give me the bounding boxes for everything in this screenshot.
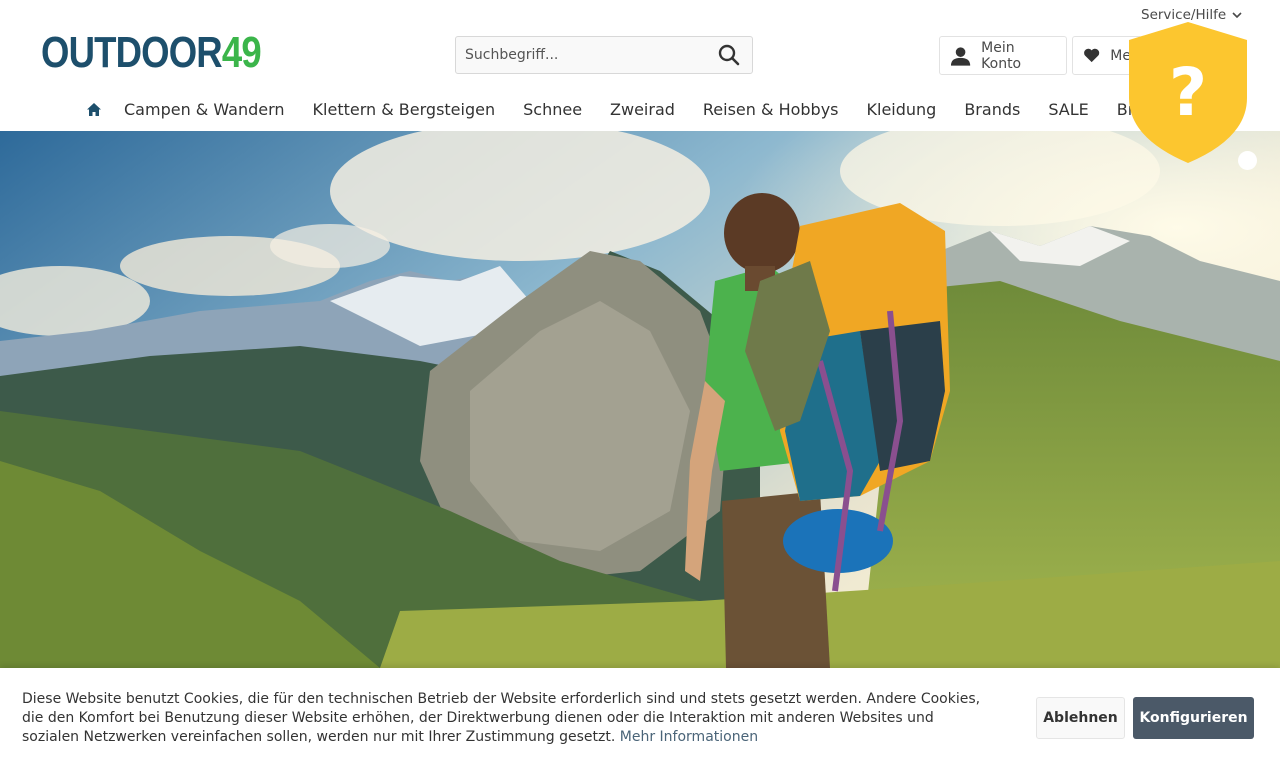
cookie-notice-text: Diese Website benutzt Cookies, die für d… (22, 690, 982, 747)
site-header: OUTDOOR49 Service/Hilfe Mein Konto Me (0, 0, 1280, 131)
nav-item-reisen-hobbys[interactable]: Reisen & Hobbys (703, 100, 839, 119)
main-navigation: Campen & Wandern Klettern & Bergsteigen … (84, 99, 1220, 119)
account-button[interactable]: Mein Konto (939, 36, 1067, 75)
chevron-down-icon (1232, 12, 1242, 18)
trusted-shop-badge[interactable]: ? (1127, 20, 1249, 165)
hero-banner-image[interactable] (0, 131, 1280, 668)
account-label: Mein Konto (981, 39, 1022, 72)
search-button[interactable] (706, 37, 752, 73)
search-input[interactable] (456, 37, 706, 73)
more-info-link[interactable]: Mehr Informationen (620, 729, 758, 745)
question-mark-icon: ? (1169, 54, 1207, 131)
nav-item-sale[interactable]: SALE (1048, 100, 1088, 119)
nav-item-campen-wandern[interactable]: Campen & Wandern (124, 100, 285, 119)
logo-text-main: OUTDOOR (41, 28, 223, 77)
deny-button[interactable]: Ablehnen (1036, 697, 1125, 739)
user-icon (950, 46, 971, 66)
configure-button[interactable]: Konfigurieren (1133, 697, 1254, 739)
cookie-text: Diese Website benutzt Cookies, die für d… (22, 691, 981, 745)
search-box (455, 36, 753, 74)
nav-item-klettern-bergsteigen[interactable]: Klettern & Bergsteigen (313, 100, 496, 119)
hero-illustration (0, 131, 1280, 668)
heart-icon (1084, 48, 1100, 63)
search-icon (718, 44, 740, 66)
cookie-banner: Diese Website benutzt Cookies, die für d… (0, 668, 1280, 768)
home-link[interactable] (84, 99, 104, 119)
nav-item-brands[interactable]: Brands (964, 100, 1020, 119)
logo[interactable]: OUTDOOR 49 (41, 28, 262, 77)
home-icon (87, 102, 101, 116)
nav-item-kleidung[interactable]: Kleidung (867, 100, 937, 119)
logo-text-number: 49 (221, 28, 262, 77)
nav-item-schnee[interactable]: Schnee (523, 100, 582, 119)
nav-item-zweirad[interactable]: Zweirad (610, 100, 675, 119)
